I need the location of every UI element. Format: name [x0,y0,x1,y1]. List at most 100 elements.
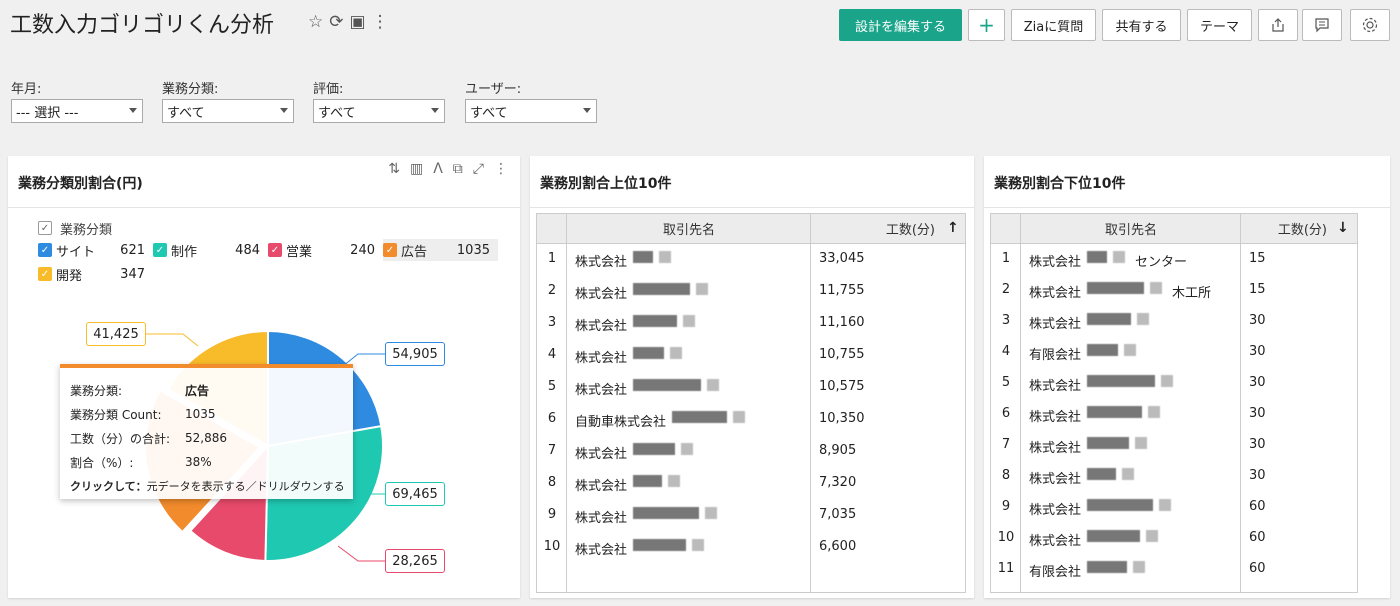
company-name-cell[interactable]: 株式会社 センター [1029,244,1239,275]
redacted-mark [1135,437,1148,449]
column-header-name[interactable]: 取引先名 [567,214,811,244]
callout-line [337,545,385,562]
row-number: 5 [547,379,557,394]
company-name-cell[interactable]: 株式会社 [575,244,807,276]
tooltip-key: 業務分類 Count: [70,407,162,422]
minutes-cell: 33,045 [819,251,865,266]
user-select[interactable]: すべて [465,99,597,123]
company-name-cell[interactable]: 株式会社 [1029,523,1239,554]
tooltip-value: 広告 [185,383,210,398]
company-name: 株式会社 [1029,410,1082,425]
company-name-cell[interactable]: 有限会社 [1029,337,1239,368]
bottom10-panel: 業務別割合下位10件 取引先名 工数(分) ↓ 1 株式会社 センター 15 2 株式会社… [984,156,1390,598]
add-button[interactable]: + [968,9,1005,41]
company-name-cell[interactable]: 株式会社 [575,532,807,564]
tooltip-value: 1035 [185,407,216,421]
company-name-cell[interactable]: 株式会社 [1029,306,1239,337]
top10-table: 取引先名 工数(分) ↑ 1 株式会社 33,045 2 株式会社 11,755 3 株式会社… [536,213,966,593]
row-number: 11 [997,561,1015,576]
company-name-cell[interactable]: 株式会社 [575,340,807,372]
row-number: 8 [547,475,557,490]
redacted-mark [672,411,728,423]
redacted-mark [1087,561,1128,573]
redacted-mark [633,251,654,263]
minutes-cell: 11,755 [819,283,865,298]
tooltip-click-label: クリックして： [70,480,147,493]
sort-desc-icon[interactable]: ↓ [1337,220,1349,236]
page-title: 工数入力ゴリゴリくん分析 [10,13,275,38]
company-name-cell[interactable]: 株式会社 [575,468,807,500]
minutes-cell: 60 [1249,499,1266,514]
more-icon[interactable]: ⋮ [372,12,389,32]
redacted-mark [659,251,672,263]
refresh-icon[interactable]: ⟳ [329,12,343,32]
company-name-cell[interactable]: 株式会社 [575,436,807,468]
panel-title-text: 業務別割合上位 [540,176,638,192]
minutes-cell: 10,575 [819,379,865,394]
category-select[interactable]: すべて [162,99,294,123]
company-name-cell[interactable]: 株式会社 [1029,368,1239,399]
row-number-header [991,214,1021,244]
settings-button[interactable] [1350,9,1390,41]
redacted-mark [633,507,700,519]
company-name-cell[interactable]: 株式会社 木工所 [1029,275,1239,306]
row-number: 5 [1001,375,1011,390]
sort-asc-icon[interactable]: ↑ [947,220,959,236]
callout-line [146,333,199,347]
edit-design-button[interactable]: 設計を編集する [839,9,962,41]
redacted-mark [1159,499,1172,511]
panel-title-count: 10件 [638,176,672,192]
company-name: 株式会社 [1029,534,1082,549]
company-name: 株式会社 [1029,255,1082,270]
redacted-mark [1137,313,1150,325]
top10-panel: 業務別割合上位10件 取引先名 工数(分) ↑ 1 株式会社 33,045 2 株式会社… [530,156,974,598]
company-name: 自動車株式会社 [575,415,667,430]
save-icon[interactable]: ▣ [350,12,366,32]
redacted-mark [1148,406,1161,418]
minutes-cell: 15 [1249,282,1266,297]
ask-zia-button[interactable]: Ziaに質問 [1011,9,1096,41]
company-name-cell[interactable]: 自動車株式会社 [575,404,807,436]
company-name-cell[interactable]: 株式会社 [575,500,807,532]
export-button[interactable] [1258,9,1298,41]
company-name-cell[interactable]: 株式会社 [1029,430,1239,461]
minutes-cell: 30 [1249,437,1266,452]
company-name-cell[interactable]: 株式会社 [1029,399,1239,430]
company-name: 株式会社 [1029,317,1082,332]
share-button[interactable]: 共有する [1102,9,1181,41]
chevron-down-icon [583,108,591,113]
panel-title-count: 10件 [1092,176,1126,192]
redacted-mark [1087,437,1130,449]
row-number: 3 [1001,313,1011,328]
comment-button[interactable] [1302,9,1342,41]
minutes-cell: 60 [1249,561,1266,576]
minutes-cell: 6,600 [819,539,857,554]
callout-seisaku: 69,465 [385,482,445,506]
company-name: 株式会社 [1029,503,1082,518]
company-name-cell[interactable]: 株式会社 [1029,461,1239,492]
year-month-select[interactable]: --- 選択 --- [11,99,143,123]
redacted-mark [633,443,676,455]
redacted-mark [633,347,665,359]
divider [530,207,974,208]
minutes-cell: 30 [1249,344,1266,359]
company-name-cell[interactable]: 株式会社 [575,276,807,308]
company-name-cell[interactable]: 有限会社 [1029,554,1239,585]
column-header-name[interactable]: 取引先名 [1021,214,1241,244]
row-number: 9 [1001,499,1011,514]
bottom10-table: 取引先名 工数(分) ↓ 1 株式会社 センター 15 2 株式会社 木工所 15 3 株式会社 3… [990,213,1358,593]
redacted-mark [1087,251,1108,263]
export-icon [1272,18,1284,32]
column-header-value[interactable]: 工数(分) [811,214,965,244]
theme-button[interactable]: テーマ [1187,9,1252,41]
filter-label: 年月: [11,82,42,97]
company-name-cell[interactable]: 株式会社 [575,308,807,340]
company-name-cell[interactable]: 株式会社 [1029,492,1239,523]
tooltip-click-text: 元データを表示する／ドリルダウンする [146,480,345,493]
company-name-cell[interactable]: 株式会社 [575,372,807,404]
company-name: 株式会社 [575,319,628,334]
rating-select[interactable]: すべて [313,99,445,123]
redacted-mark [1146,530,1159,542]
row-number: 7 [1001,437,1011,452]
star-icon[interactable]: ☆ [308,12,323,32]
